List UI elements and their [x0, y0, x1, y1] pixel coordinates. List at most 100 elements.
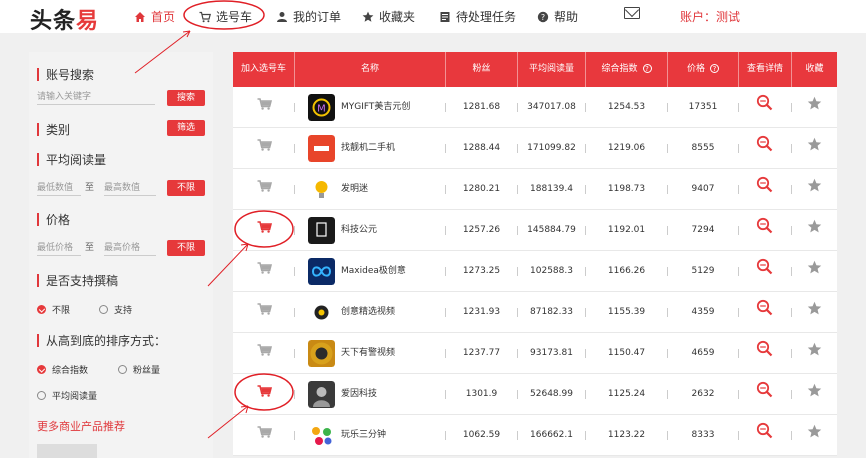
- account-avatar[interactable]: [308, 340, 335, 367]
- account-name[interactable]: 发明迷: [341, 169, 445, 210]
- cell-divider: [294, 431, 295, 440]
- price-min-input[interactable]: 最低价格: [37, 242, 81, 256]
- table-row: Maxidea极创意 1273.25 102588.3 1166.26 5129: [233, 251, 837, 292]
- keyword-input[interactable]: 请输入关键字: [37, 91, 155, 105]
- col-header-fans[interactable]: 粉丝: [446, 52, 517, 87]
- price-unlimited-button[interactable]: 不限: [167, 240, 205, 256]
- add-to-cart-icon[interactable]: [257, 426, 272, 438]
- favorite-star-icon[interactable]: [807, 301, 822, 316]
- radio-sort-fans[interactable]: 粉丝量: [118, 363, 160, 376]
- task-icon: [440, 11, 450, 22]
- account-name[interactable]: 爱因科技: [341, 374, 445, 415]
- magnifier-icon[interactable]: [756, 258, 773, 275]
- account-avatar[interactable]: [308, 299, 335, 326]
- radio-sort-index[interactable]: 综合指数: [37, 363, 88, 376]
- cell-divider: [294, 308, 295, 317]
- favorite-star-icon[interactable]: [807, 383, 822, 398]
- favorite-star-icon[interactable]: [807, 260, 822, 275]
- col-header-price[interactable]: 价格?: [668, 52, 738, 87]
- add-to-cart-icon[interactable]: [257, 221, 272, 233]
- account-avatar[interactable]: [308, 135, 335, 162]
- cell-divider: [517, 185, 518, 194]
- nav-cart[interactable]: 选号车: [199, 8, 252, 25]
- add-to-cart-icon[interactable]: [257, 344, 272, 356]
- add-to-cart-icon[interactable]: [257, 385, 272, 397]
- add-to-cart-icon[interactable]: [257, 98, 272, 110]
- cell-fans: 1288.44: [462, 143, 501, 153]
- cell-divider: [738, 185, 739, 194]
- radio-manuscript-support[interactable]: 支持: [99, 303, 132, 316]
- nav-help[interactable]: ? 帮助: [537, 8, 578, 25]
- radio-checked-icon: [37, 305, 46, 314]
- account-name[interactable]: 创意精选视频: [341, 292, 445, 333]
- cell-divider: [667, 349, 668, 358]
- help-circle-icon[interactable]: ?: [642, 64, 652, 73]
- cell-divider: [738, 431, 739, 440]
- account-avatar[interactable]: [308, 217, 335, 244]
- cell-divider: [445, 103, 446, 112]
- account-name[interactable]: 找靓机二手机: [341, 128, 445, 169]
- nav-cart-label: 选号车: [216, 10, 253, 24]
- favorite-star-icon[interactable]: [807, 342, 822, 357]
- cell-divider: [667, 226, 668, 235]
- magnifier-icon[interactable]: [756, 422, 773, 439]
- account-name[interactable]: MYGIFT美吉元创: [341, 87, 445, 128]
- table-row: 发明迷 1280.21 188139.4 1198.73 9407: [233, 169, 837, 210]
- magnifier-icon[interactable]: [756, 299, 773, 316]
- account-avatar[interactable]: [308, 176, 335, 203]
- radio-sort-avg-read[interactable]: 平均阅读量: [37, 389, 97, 402]
- cell-divider: [445, 308, 446, 317]
- favorite-star-icon[interactable]: [807, 219, 822, 234]
- favorite-star-icon[interactable]: [807, 137, 822, 152]
- radio-label: 粉丝量: [133, 366, 161, 376]
- magnifier-icon[interactable]: [756, 381, 773, 398]
- cell-divider: [445, 390, 446, 399]
- account-avatar[interactable]: [308, 258, 335, 285]
- col-header-index[interactable]: 综合指数?: [586, 52, 667, 87]
- favorite-star-icon[interactable]: [807, 178, 822, 193]
- price-max-input[interactable]: 最高价格: [104, 242, 156, 256]
- col-header-avg-read[interactable]: 平均阅读量: [518, 52, 585, 87]
- account-name[interactable]: Maxidea极创意: [341, 251, 445, 292]
- avg-read-max-input[interactable]: 最高数值: [104, 182, 156, 196]
- magnifier-icon[interactable]: [756, 217, 773, 234]
- account-name[interactable]: 科技公元: [341, 210, 445, 251]
- magnifier-icon[interactable]: [756, 135, 773, 152]
- nav-orders[interactable]: 我的订单: [276, 8, 341, 25]
- logo[interactable]: 头条易: [30, 3, 99, 35]
- magnifier-icon[interactable]: [756, 94, 773, 111]
- nav-home[interactable]: 首页: [134, 8, 175, 25]
- favorite-star-icon[interactable]: [807, 96, 822, 111]
- cell-index: 1254.53: [607, 102, 646, 112]
- account-name[interactable]: 天下有警视频: [341, 333, 445, 374]
- nav-tasks[interactable]: 待处理任务: [439, 8, 516, 25]
- promo-link[interactable]: 更多商业产品推荐: [37, 418, 125, 434]
- cell-divider: [791, 103, 792, 112]
- magnifier-icon[interactable]: [756, 340, 773, 357]
- magnifier-icon[interactable]: [756, 176, 773, 193]
- envelope-icon[interactable]: [624, 7, 640, 19]
- cell-divider: [294, 103, 295, 112]
- cell-divider: [667, 185, 668, 194]
- help-circle-icon[interactable]: ?: [710, 64, 719, 73]
- nav-favorites[interactable]: 收藏夹: [362, 8, 415, 25]
- radio-manuscript-any[interactable]: 不限: [37, 303, 70, 316]
- avg-read-unlimited-button[interactable]: 不限: [167, 180, 205, 196]
- account-label[interactable]: 账户：测试: [680, 8, 740, 25]
- add-to-cart-icon[interactable]: [257, 180, 272, 192]
- promo-thumbnail[interactable]: [37, 444, 97, 458]
- favorite-star-icon[interactable]: [807, 424, 822, 439]
- add-to-cart-icon[interactable]: [257, 139, 272, 151]
- account-avatar[interactable]: M: [308, 94, 335, 121]
- filter-button[interactable]: 筛选: [167, 120, 205, 136]
- radio-unchecked-icon: [99, 305, 108, 314]
- add-to-cart-icon[interactable]: [257, 262, 272, 274]
- cell-divider: [294, 226, 295, 235]
- add-to-cart-icon[interactable]: [257, 303, 272, 315]
- avg-read-min-input[interactable]: 最低数值: [37, 182, 81, 196]
- home-icon: [135, 11, 145, 22]
- account-avatar[interactable]: [308, 422, 335, 449]
- search-button[interactable]: 搜索: [167, 90, 205, 106]
- account-name[interactable]: 玩乐三分钟: [341, 415, 445, 456]
- account-avatar[interactable]: [308, 381, 335, 408]
